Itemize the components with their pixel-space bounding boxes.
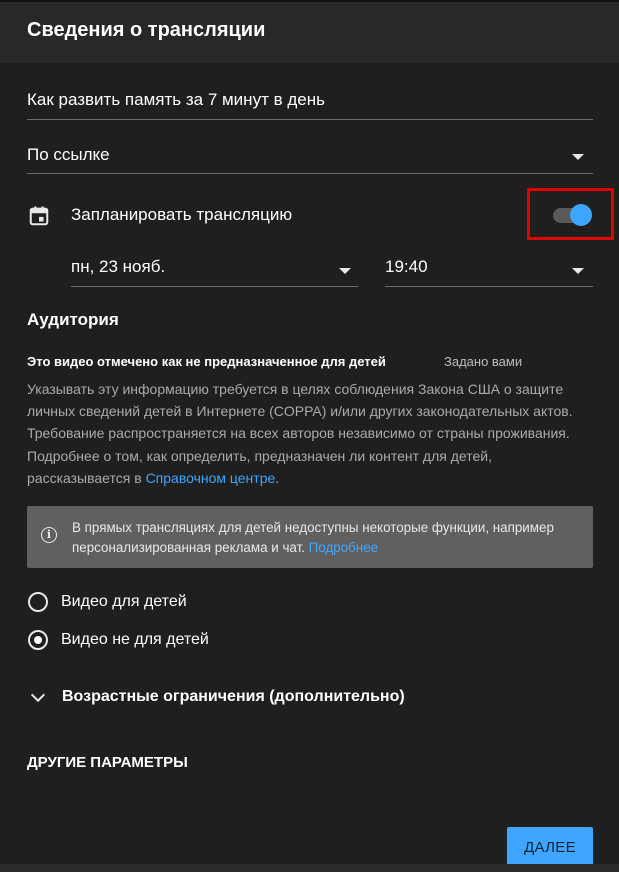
dialog-header: Сведения о трансляции: [0, 0, 619, 63]
help-center-link[interactable]: Справочном центре: [146, 470, 276, 486]
coppa-text-end: .: [275, 469, 280, 486]
schedule-label: Запланировать трансляцию: [71, 205, 293, 224]
toggle-knob[interactable]: [570, 204, 592, 226]
info-banner-text: В прямых трансляциях для детей недоступн…: [72, 518, 587, 558]
visibility-value: По ссылке: [27, 145, 110, 164]
age-restrictions-toggle[interactable]: Возрастные ограничения (дополнительно): [62, 688, 405, 706]
made-for-kids-status: Это видео отмечено как не предназначенно…: [27, 354, 386, 369]
audience-title: Аудитория: [27, 310, 119, 329]
time-select[interactable]: 19:40: [385, 254, 593, 287]
calendar-icon: [29, 206, 49, 226]
bottom-strip: [0, 864, 619, 872]
date-value: пн, 23 нояб.: [71, 257, 166, 276]
arrow-drop-down-icon: [572, 154, 584, 160]
time-value: 19:40: [385, 257, 428, 276]
coppa-description: Указывать эту информацию требуется в цел…: [27, 378, 597, 489]
radio-selected-dot: [34, 636, 42, 644]
other-params-title[interactable]: ДРУГИЕ ПАРАМЕТРЫ: [27, 754, 188, 771]
coppa-text: Указывать эту информацию требуется в цел…: [27, 381, 573, 486]
arrow-drop-down-icon: [339, 268, 351, 274]
radio-made-for-kids[interactable]: [28, 592, 48, 612]
dialog-title: Сведения о трансляции: [27, 19, 266, 41]
set-by-label: Задано вами: [444, 354, 523, 369]
stream-title-value: Как развить память за 7 минут в день: [27, 90, 325, 109]
info-icon: i: [41, 527, 57, 543]
learn-more-link[interactable]: Подробнее: [309, 540, 378, 555]
radio-not-made-for-kids-label[interactable]: Видео не для детей: [61, 631, 209, 649]
stream-title-field[interactable]: Как развить память за 7 минут в день: [27, 88, 593, 120]
visibility-select[interactable]: По ссылке: [27, 142, 593, 174]
radio-made-for-kids-label[interactable]: Видео для детей: [61, 593, 187, 611]
date-select[interactable]: пн, 23 нояб.: [71, 254, 358, 287]
next-button[interactable]: ДАЛЕЕ: [507, 827, 593, 867]
chevron-down-icon[interactable]: [30, 687, 46, 703]
arrow-drop-down-icon: [572, 268, 584, 274]
info-banner: i В прямых трансляциях для детей недосту…: [27, 506, 593, 568]
radio-not-made-for-kids[interactable]: [28, 630, 48, 650]
